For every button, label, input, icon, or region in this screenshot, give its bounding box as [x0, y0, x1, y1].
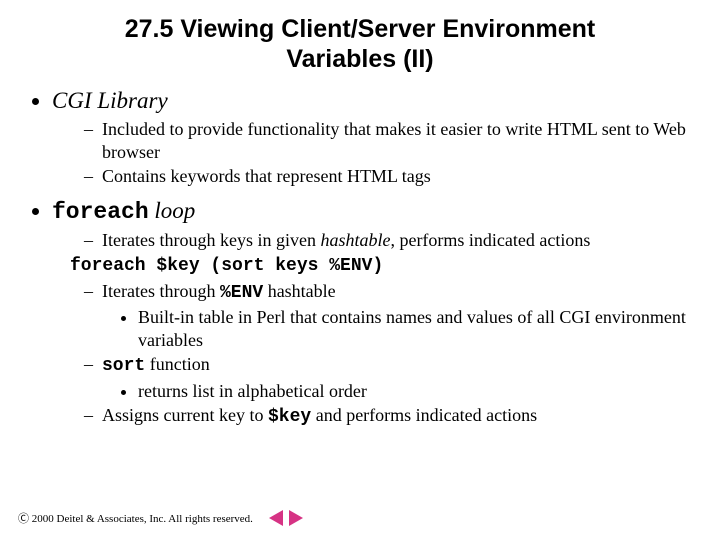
cgi-point-2: Contains keywords that represent HTML ta… — [84, 165, 700, 188]
slide-nav — [269, 510, 303, 526]
t: Iterates through keys in given — [102, 230, 320, 250]
sort-fn: sort — [102, 356, 145, 376]
t: and performs indicated actions — [311, 405, 537, 425]
t: hashtable — [263, 281, 335, 301]
t: function — [145, 354, 210, 374]
sort-sub-1: returns list in alphabetical order — [138, 380, 700, 403]
hashtable-term: hashtable — [320, 230, 390, 250]
env-sub-1: Built-in table in Perl that contains nam… — [138, 306, 700, 351]
foreach-keyword: foreach — [52, 199, 149, 225]
foreach-code-line: foreach $key (sort keys %ENV) — [70, 253, 700, 278]
slide-title: 27.5 Viewing Client/Server Environment V… — [80, 14, 640, 74]
foreach-point-4: Assigns current key to $key and performs… — [84, 404, 700, 429]
next-slide-icon[interactable] — [289, 510, 303, 526]
bullet-foreach: foreach loop Iterates through keys in gi… — [52, 198, 700, 429]
key-var: $key — [268, 407, 311, 427]
t: Iterates through — [102, 281, 220, 301]
foreach-loop-text: loop — [149, 198, 196, 223]
foreach-point-2: Iterates through %ENV hashtable Built-in… — [84, 280, 700, 352]
prev-slide-icon[interactable] — [269, 510, 283, 526]
env-var: %ENV — [220, 283, 263, 303]
t: , performs indicated actions — [390, 230, 590, 250]
foreach-point-1: Iterates through keys in given hashtable… — [84, 229, 700, 252]
bullet-list: CGI Library Included to provide function… — [30, 88, 700, 429]
foreach-point-3: sort function returns list in alphabetic… — [84, 353, 700, 402]
copyright-text: Ⓒ 2000 Deitel & Associates, Inc. All rig… — [18, 510, 253, 526]
bullet-cgi-library-label: CGI Library — [52, 88, 168, 113]
bullet-cgi-library: CGI Library Included to provide function… — [52, 88, 700, 188]
code-foreach: foreach $key (sort keys %ENV) — [70, 256, 383, 276]
t: Assigns current key to — [102, 405, 268, 425]
cgi-point-1: Included to provide functionality that m… — [84, 118, 700, 163]
